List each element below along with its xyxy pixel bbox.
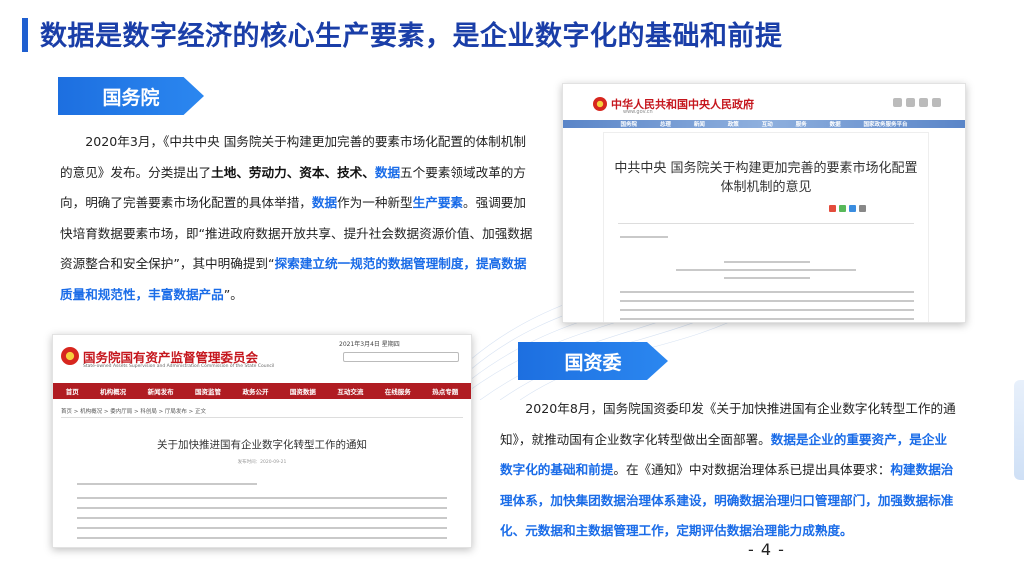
text-line [676,269,856,271]
share-qq-icon [849,205,856,212]
gov-website-screenshot: 中华人民共和国中央人民政府 www.gov.cn 国务院 总理 新闻 政策 互动 服务 数据… [562,83,966,323]
sasac-nav-bar: 首页 机构概况 新闻发布 国资监管 政务公开 国资数据 互动交流 在线服务 热点专题 [53,383,471,399]
text-line [77,507,447,509]
sasac-paragraph: 2020年8月，国务院国资委印发《关于加快推进国有企业数字化转型工作的通知》，就… [500,394,958,547]
gov-article-title-line1: 中共中央 国务院关于构建更加完善的要素市场化配置 [614,161,918,176]
mobile-icon [932,98,941,107]
national-emblem-icon [593,97,607,111]
gov-site-header: 中华人民共和国中央人民政府 www.gov.cn [563,84,965,120]
print-icon [859,205,866,212]
nav-item[interactable]: 新闻 [694,121,705,129]
nav-item[interactable]: 互动交流 [337,386,363,396]
national-emblem-icon [61,347,79,365]
text-run: 数据 [311,195,338,210]
nav-item[interactable]: 数据 [830,121,841,129]
share-icons [829,205,866,212]
gov-article-divider [618,223,914,224]
nav-item[interactable]: 机构概况 [100,386,126,396]
text-line [77,483,257,485]
nav-item[interactable]: 热点专题 [432,386,458,396]
sasac-article-date: 发布时间：2020-09-21 [237,460,287,465]
nav-item[interactable]: 政务公开 [242,386,268,396]
sasac-date: 2021年3月4日 星期四 [339,341,400,348]
nav-item[interactable]: 服务 [796,121,807,129]
nav-item[interactable]: 首页 [66,386,79,396]
weibo-icon [906,98,915,107]
text-line [77,497,447,499]
text-run: ”。 [223,286,243,302]
text-run: 。在《通知》中对数据治理体系已提出具体要求： [613,462,891,477]
gov-header-icons [893,98,941,107]
sasac-search-input[interactable] [343,352,459,362]
text-line [77,517,447,519]
gov-site-url: www.gov.cn [623,109,653,115]
text-run: 作为一种新型 [337,195,413,210]
nav-item[interactable]: 新闻发布 [148,386,174,396]
gov-article-title-line2: 体制机制的意见 [720,180,812,195]
nav-item[interactable]: 国家政务服务平台 [864,121,908,129]
nav-item[interactable]: 国资数据 [290,386,316,396]
text-line [620,236,668,238]
text-line [77,537,447,539]
wechat-icon [919,98,928,107]
state-council-paragraph: 2020年3月，《中共中央 国务院关于构建更加完善的要素市场化配置的体制机制的意… [60,127,538,310]
nav-item[interactable]: 政策 [728,121,739,129]
share-wechat-icon [839,205,846,212]
text-line [620,291,914,293]
text-run: 生产要素 [412,195,463,210]
page-number: - 4 - [748,540,785,559]
side-decoration [1014,380,1024,480]
nav-item[interactable]: 互动 [762,121,773,129]
share-weibo-icon [829,205,836,212]
nav-item[interactable]: 国务院 [620,121,637,129]
mail-icon [893,98,902,107]
sasac-site-name-en: State-owned Assets Supervision and Admin… [83,364,275,369]
sasac-article-title: 关于加快推进国有企业数字化转型工作的通知 [157,439,367,451]
nav-item[interactable]: 总理 [660,121,671,129]
text-line [620,309,914,311]
text-line [620,300,914,302]
sasac-divider [61,417,463,418]
nav-item[interactable]: 国资监管 [195,386,221,396]
title-accent-bar [22,18,28,52]
sasac-website-screenshot: 国务院国有资产监督管理委员会 State-owned Assets Superv… [52,334,472,548]
text-run: 土地、劳动力、资本、技术、 [211,164,375,180]
text-run: 数据 [374,164,401,180]
text-line [724,277,810,279]
text-line [724,261,810,263]
tag-sasac: 国资委 [518,342,668,380]
page-title: 数据是数字经济的核心生产要素，是企业数字化的基础和前提 [40,21,783,52]
gov-article: 中共中央 国务院关于构建更加完善的要素市场化配置 体制机制的意见 [603,132,929,322]
text-line [620,318,914,320]
gov-nav-bar: 国务院 总理 新闻 政策 互动 服务 数据 国家政务服务平台 [563,121,965,129]
tag-state-council: 国务院 [58,77,204,115]
nav-item[interactable]: 在线服务 [385,386,411,396]
text-line [77,527,447,529]
gov-article-title: 中共中央 国务院关于构建更加完善的要素市场化配置 体制机制的意见 [604,159,928,197]
sasac-breadcrumb: 首页 > 机构概况 > 委内厅局 > 科创局 > 厅局发布 > 正文 [61,409,207,415]
